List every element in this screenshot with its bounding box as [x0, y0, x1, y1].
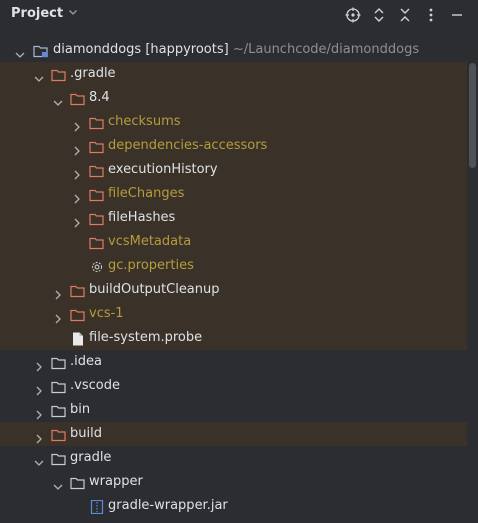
folder-icon [89, 139, 105, 154]
panel-title: Project [11, 6, 64, 21]
tree-label: buildOutputCleanup [89, 282, 220, 297]
folder-icon [51, 451, 67, 466]
tree-row-idea[interactable]: .idea [0, 350, 478, 374]
folder-icon [89, 163, 105, 178]
tree-row-gc-properties[interactable]: gc.properties [0, 254, 467, 278]
folder-icon [70, 283, 86, 298]
tree-label: wrapper [89, 474, 143, 489]
chevron-down-icon[interactable] [34, 69, 44, 82]
tree-row-root[interactable]: diamonddogs [happyroots] ~/Launchcode/di… [0, 38, 478, 62]
tree-row-checksums[interactable]: checksums [0, 110, 467, 134]
tree-row-gradle-wrapper-jar[interactable]: gradle-wrapper.jar [0, 494, 478, 518]
chevron-right-icon[interactable] [72, 141, 82, 156]
tree-label: .vscode [70, 378, 120, 393]
project-tree: diamonddogs [happyroots] ~/Launchcode/di… [0, 38, 478, 518]
folder-icon [51, 355, 67, 370]
chevron-right-icon[interactable] [53, 309, 63, 324]
tree-row-wrapper[interactable]: wrapper [0, 470, 478, 494]
tree-row-version-dir[interactable]: 8.4 [0, 86, 467, 110]
folder-icon [70, 475, 86, 490]
tree-label: .gradle [70, 66, 116, 81]
tree-row-bin[interactable]: bin [0, 398, 478, 422]
tree-row-build[interactable]: build [0, 422, 467, 446]
chevron-right-icon[interactable] [72, 213, 82, 228]
tree-row-gradle[interactable]: gradle [0, 446, 478, 470]
chevron-right-icon[interactable] [34, 357, 44, 372]
tree-label: gradle [70, 450, 112, 465]
chevron-right-icon[interactable] [72, 117, 82, 132]
root-name: diamonddogs [53, 42, 142, 57]
tree-row-dependencies-accessors[interactable]: dependencies-accessors [0, 134, 467, 158]
chevron-right-icon[interactable] [34, 429, 44, 444]
folder-icon [51, 427, 67, 442]
folder-icon [89, 235, 105, 250]
file-icon [71, 331, 87, 346]
jar-file-icon [90, 499, 106, 515]
root-path: ~/Launchcode/diamonddogs [232, 42, 420, 57]
folder-icon [70, 307, 86, 322]
folder-icon [51, 67, 67, 82]
folder-icon [51, 379, 67, 394]
folder-icon [51, 403, 67, 418]
folder-icon [70, 91, 86, 106]
crosshair-icon[interactable] [340, 4, 366, 26]
project-panel-header: Project [0, 0, 478, 30]
tree-row-vcs-metadata[interactable]: vcsMetadata [0, 230, 467, 254]
tree-row-vscode[interactable]: .vscode [0, 374, 478, 398]
tree-row-vcs-1[interactable]: vcs-1 [0, 302, 467, 326]
tree-label: vcs-1 [89, 306, 124, 321]
tree-row-file-system-probe[interactable]: file-system.probe [0, 326, 467, 350]
tree-label: file-system.probe [89, 330, 203, 345]
tree-label: bin [70, 402, 91, 417]
project-view-selector[interactable]: Project [11, 6, 78, 21]
tree-row-execution-history[interactable]: executionHistory [0, 158, 467, 182]
chevron-down-icon[interactable] [34, 453, 44, 466]
more-options-icon[interactable] [418, 4, 444, 26]
root-branch: [happyroots] [145, 42, 229, 57]
tree-label: checksums [108, 114, 181, 129]
minimize-icon[interactable] [444, 4, 470, 26]
chevron-right-icon[interactable] [53, 285, 63, 300]
chevron-down-icon[interactable] [53, 93, 63, 106]
gear-icon [89, 259, 105, 273]
chevron-right-icon[interactable] [34, 381, 44, 396]
chevron-right-icon[interactable] [72, 165, 82, 180]
expand-all-icon[interactable] [366, 4, 392, 26]
collapse-all-icon[interactable] [392, 4, 418, 26]
folder-icon [89, 115, 105, 130]
chevron-down-icon[interactable] [53, 477, 63, 490]
chevron-right-icon[interactable] [34, 405, 44, 420]
tree-label: 8.4 [89, 90, 110, 105]
chevron-down-icon[interactable] [15, 45, 25, 58]
folder-icon [89, 187, 105, 202]
chevron-right-icon[interactable] [72, 189, 82, 204]
tree-label: executionHistory [108, 162, 218, 177]
tree-label: dependencies-accessors [108, 138, 268, 153]
chevron-down-icon [68, 6, 78, 21]
tree-label: fileChanges [108, 186, 185, 201]
tree-label: fileHashes [108, 210, 176, 225]
tree-label: vcsMetadata [108, 234, 192, 249]
tree-label: gc.properties [108, 258, 194, 273]
tree-row-file-hashes[interactable]: fileHashes [0, 206, 467, 230]
tree-label: build [70, 426, 102, 441]
tree-label: gradle-wrapper.jar [108, 498, 228, 513]
vertical-scrollbar[interactable] [469, 63, 476, 168]
tree-row-build-output-cleanup[interactable]: buildOutputCleanup [0, 278, 467, 302]
module-folder-icon [33, 43, 49, 58]
tree-row-file-changes[interactable]: fileChanges [0, 182, 467, 206]
folder-icon [89, 211, 105, 226]
tree-label: .idea [70, 354, 102, 369]
tree-row-gradle-dir[interactable]: .gradle [0, 62, 467, 86]
